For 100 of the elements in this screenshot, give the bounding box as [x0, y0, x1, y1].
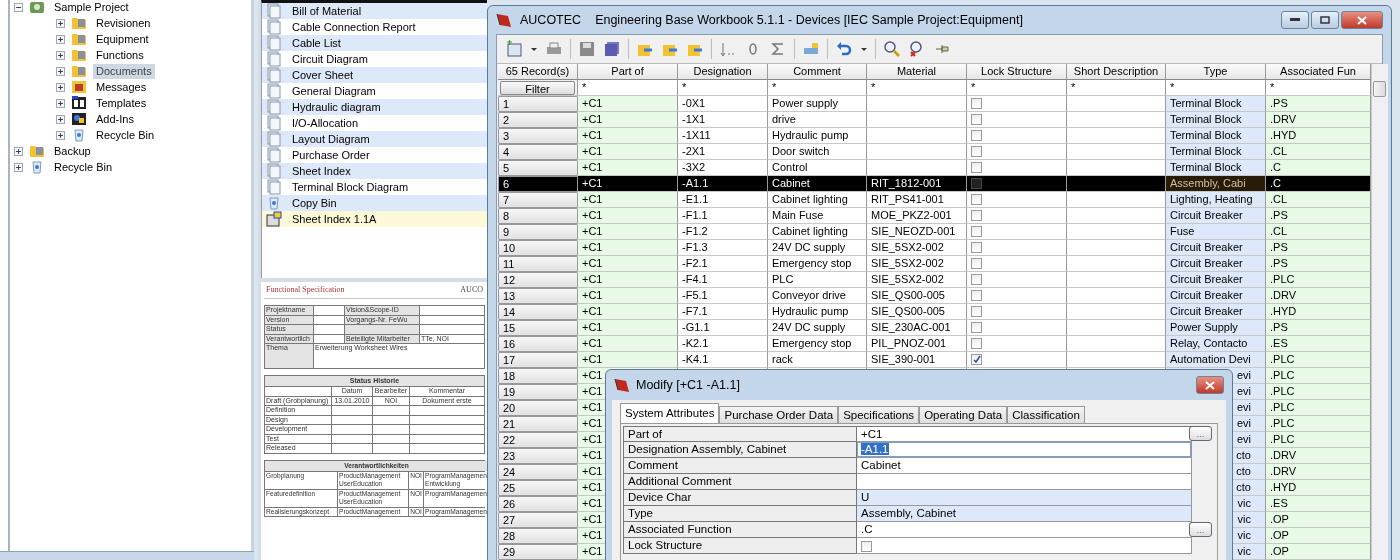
document-item[interactable]: Layout Diagram — [262, 131, 487, 147]
document-item[interactable]: Sheet Index — [262, 163, 487, 179]
row-number[interactable]: 14 — [498, 304, 578, 320]
search-icon[interactable] — [883, 40, 901, 58]
row-number[interactable]: 15 — [498, 320, 578, 336]
row-number[interactable]: 12 — [498, 272, 578, 288]
checkbox[interactable] — [971, 241, 982, 253]
row-number[interactable]: 25 — [498, 480, 578, 496]
expand-icon[interactable] — [56, 130, 65, 140]
checkbox[interactable] — [971, 209, 982, 221]
document-item[interactable]: Bill of Material — [262, 3, 487, 19]
checkbox[interactable] — [971, 177, 982, 189]
document-item[interactable]: Cable List — [262, 35, 487, 51]
column-header[interactable]: Comment — [768, 64, 867, 80]
row-number[interactable]: 9 — [498, 224, 578, 240]
filter-field[interactable]: * — [1166, 80, 1266, 96]
filter-field[interactable]: * — [578, 80, 678, 96]
filter-field[interactable]: * — [967, 80, 1067, 96]
row-number[interactable]: 17 — [498, 352, 578, 368]
row-number[interactable]: 27 — [498, 512, 578, 528]
row-number[interactable]: 22 — [498, 432, 578, 448]
tree-item[interactable]: Add-Ins — [93, 111, 137, 127]
scrollbar[interactable] — [1371, 64, 1388, 560]
new-document-icon[interactable] — [505, 40, 523, 58]
expand-icon[interactable] — [56, 50, 65, 60]
tree-item[interactable]: Sample Project — [51, 0, 132, 15]
tab[interactable]: System Attributes — [620, 403, 720, 423]
row-number[interactable]: 5 — [498, 160, 578, 176]
attribute-field[interactable]: U — [857, 490, 1192, 506]
document-item[interactable]: Copy Bin — [262, 195, 487, 211]
column-header[interactable]: Lock Structure — [967, 64, 1067, 80]
document-item[interactable]: Hydraulic diagram — [262, 99, 487, 115]
scrollbar[interactable] — [0, 551, 254, 560]
row-number[interactable]: 8 — [498, 208, 578, 224]
document-item[interactable]: I/O-Allocation — [262, 115, 487, 131]
column-header[interactable]: Short Description — [1067, 64, 1166, 80]
minimize-button[interactable] — [1281, 11, 1309, 29]
document-item[interactable]: Sheet Index 1.1A — [262, 211, 487, 227]
row-number[interactable]: 28 — [498, 528, 578, 544]
checkbox[interactable] — [971, 193, 982, 205]
tree-item[interactable]: Equipment — [93, 31, 152, 47]
document-item[interactable]: General Diagram — [262, 83, 487, 99]
filter-button[interactable]: Filter — [500, 81, 575, 95]
filter-field[interactable]: * — [1067, 80, 1166, 96]
save-icon[interactable] — [578, 40, 596, 58]
browse-button[interactable]: ... — [1189, 426, 1212, 441]
checkbox[interactable] — [971, 289, 982, 301]
checkbox[interactable] — [971, 145, 982, 157]
tree-item[interactable]: Documents — [93, 63, 155, 79]
close-button[interactable] — [1196, 376, 1224, 394]
document-item[interactable]: Cable Connection Report — [262, 19, 487, 35]
row-number[interactable]: 13 — [498, 288, 578, 304]
row-number[interactable]: 24 — [498, 464, 578, 480]
row-number[interactable]: 10 — [498, 240, 578, 256]
checkbox[interactable] — [971, 97, 982, 109]
close-button[interactable] — [1341, 11, 1383, 29]
column-header[interactable]: Material — [867, 64, 967, 80]
row-number[interactable]: 6 — [498, 176, 578, 192]
tab[interactable]: Purchase Order Data — [719, 406, 839, 423]
row-number[interactable]: 1 — [498, 96, 578, 112]
undo-icon[interactable] — [835, 40, 853, 58]
attribute-field[interactable]: .C — [857, 522, 1192, 538]
row-number[interactable]: 16 — [498, 336, 578, 352]
column-header[interactable]: Associated Fun — [1266, 64, 1371, 80]
row-number[interactable]: 26 — [498, 496, 578, 512]
checkbox[interactable] — [971, 353, 982, 365]
tree-item[interactable]: Functions — [93, 47, 147, 63]
filter-field[interactable]: * — [867, 80, 967, 96]
filter-field[interactable]: * — [768, 80, 867, 96]
expand-icon[interactable] — [56, 114, 65, 124]
tree-item[interactable]: Messages — [93, 79, 150, 95]
checkbox[interactable] — [971, 161, 982, 173]
tab[interactable]: Operating Data — [919, 406, 1008, 423]
tab[interactable]: Specifications — [838, 406, 920, 423]
attribute-field[interactable]: Cabinet — [857, 458, 1192, 474]
tree-item[interactable]: Recycle Bin — [51, 159, 116, 175]
column-header[interactable]: Designation — [678, 64, 768, 80]
document-item[interactable]: Circuit Diagram — [262, 51, 487, 67]
checkbox[interactable] — [971, 129, 982, 141]
tree-item[interactable]: Templates — [93, 95, 150, 111]
checkbox[interactable] — [971, 305, 982, 317]
document-item[interactable]: Terminal Block Diagram — [262, 179, 487, 195]
expand-icon[interactable] — [56, 98, 65, 108]
tree-item[interactable]: Recycle Bin — [93, 127, 158, 143]
row-number[interactable]: 23 — [498, 448, 578, 464]
attribute-field[interactable]: +C1 — [857, 426, 1192, 442]
checkbox[interactable] — [971, 321, 982, 333]
row-number[interactable]: 7 — [498, 192, 578, 208]
row-number[interactable]: 18 — [498, 368, 578, 384]
column-header[interactable]: Type — [1166, 64, 1266, 80]
expand-icon[interactable] — [56, 66, 65, 76]
maximize-button[interactable] — [1311, 11, 1339, 29]
checkbox[interactable] — [971, 225, 982, 237]
expand-icon[interactable] — [14, 146, 23, 156]
save-all-icon[interactable] — [603, 40, 621, 58]
row-number[interactable]: 4 — [498, 144, 578, 160]
checkbox[interactable] — [971, 273, 982, 285]
row-number[interactable]: 11 — [498, 256, 578, 272]
checkbox[interactable] — [971, 113, 982, 125]
tree-item[interactable]: Revisionen — [93, 15, 154, 31]
